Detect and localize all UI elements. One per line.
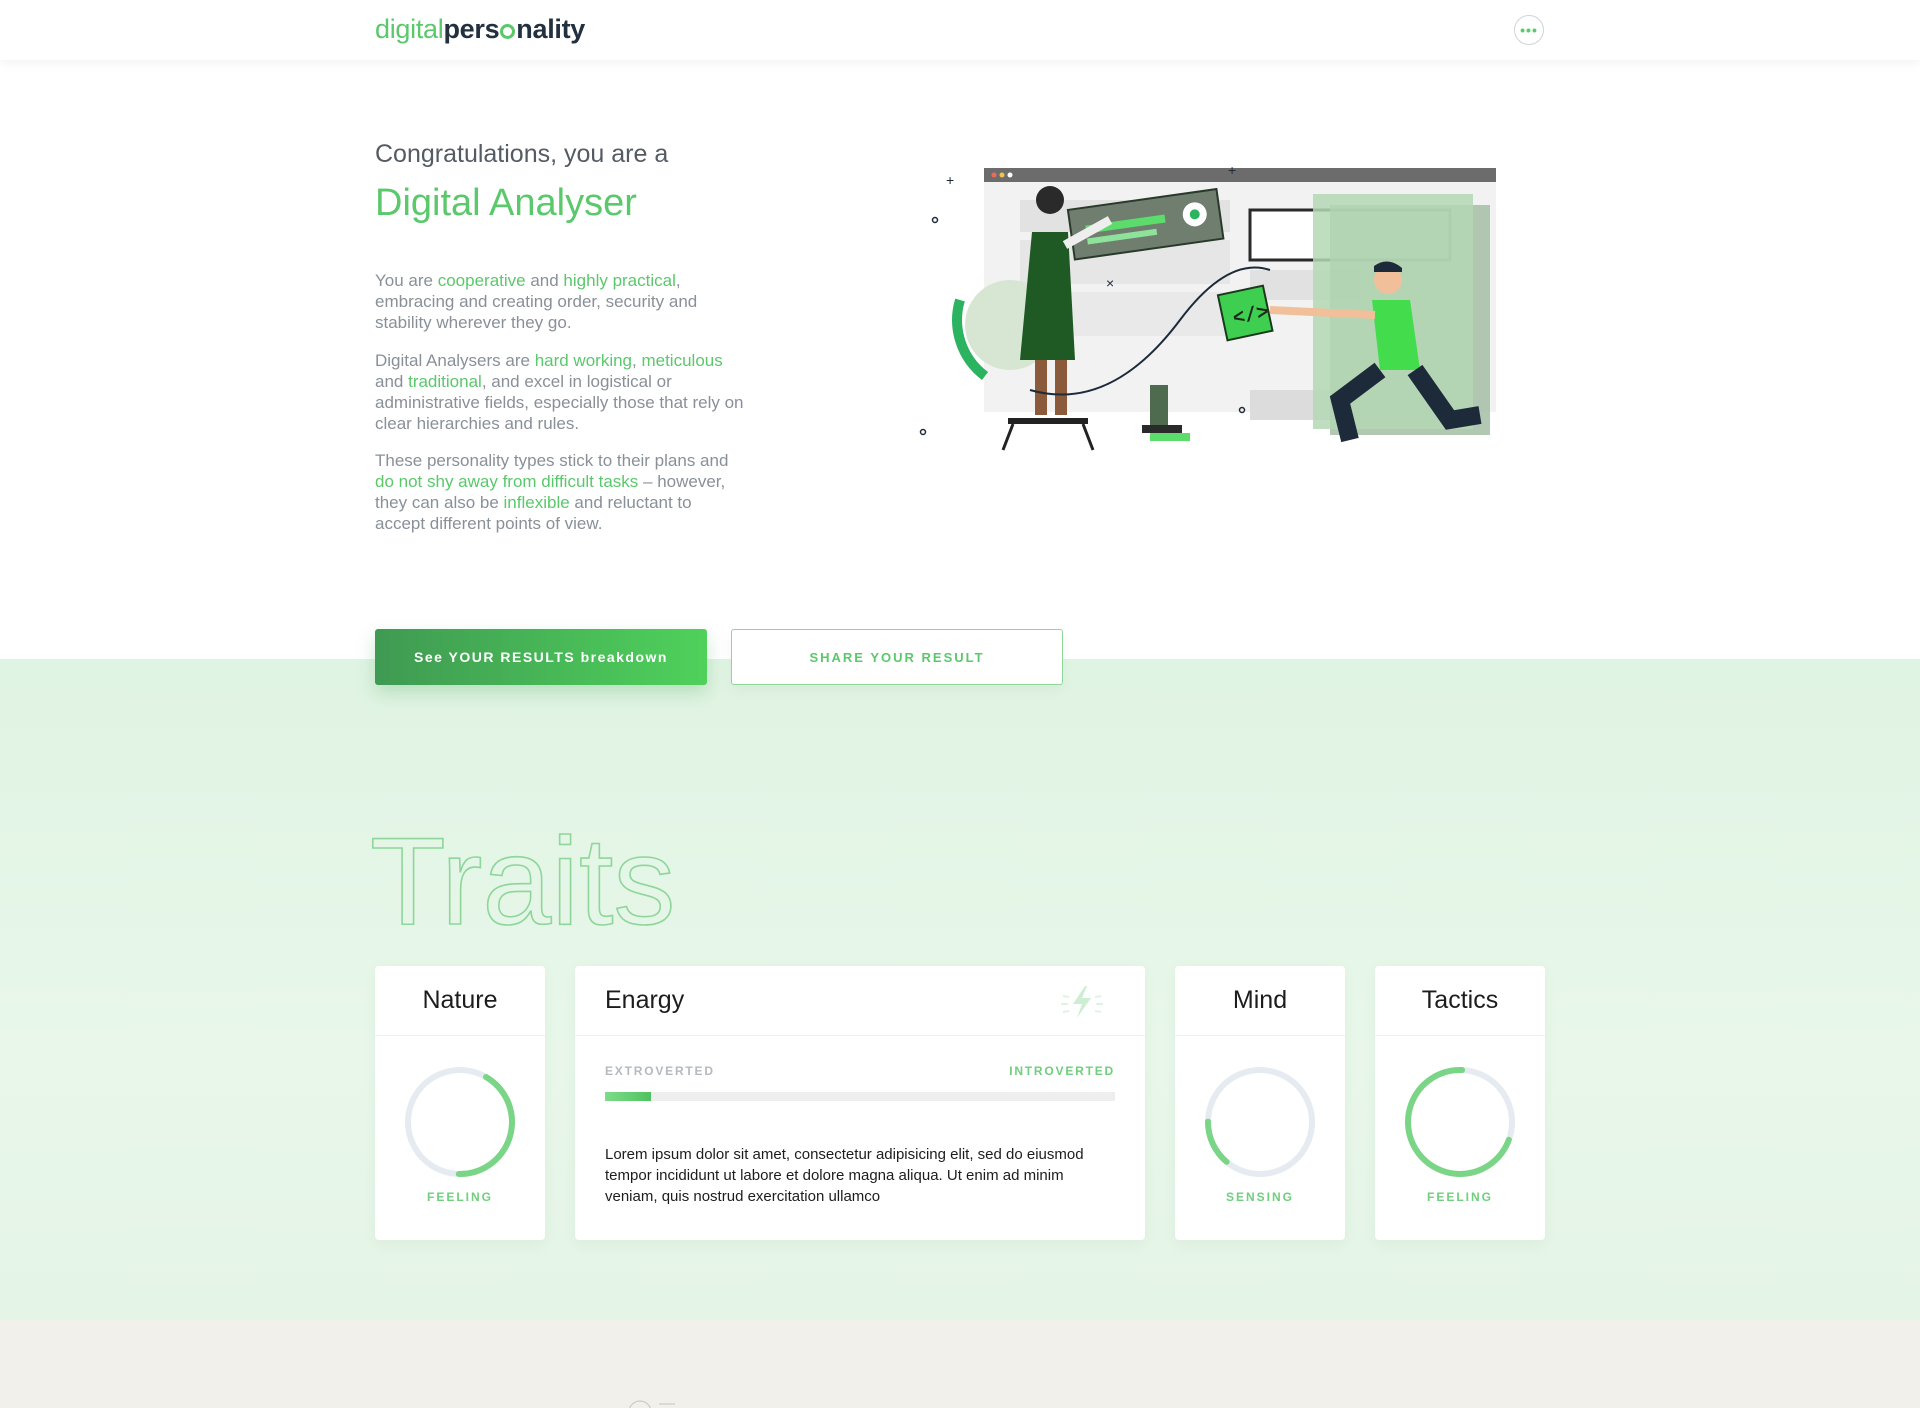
description-paragraph-1: You are cooperative and highly practical… xyxy=(375,271,698,332)
logo-text-digital: digital xyxy=(375,14,444,44)
logo[interactable]: digital pers nality xyxy=(375,14,585,45)
nature-progress-arc xyxy=(405,1067,515,1177)
lightning-icon xyxy=(1061,986,1103,1018)
introverted-label: INTROVERTED xyxy=(1009,1064,1115,1078)
next-section-heading-peek xyxy=(629,1400,675,1408)
logo-text-nality: nality xyxy=(516,14,586,44)
description-paragraph-2: Digital Analysers are hard working, meti… xyxy=(375,351,744,433)
mind-result-label: SENSING xyxy=(1225,1190,1294,1204)
traits-heading: Traits xyxy=(370,812,676,942)
mind-progress-arc xyxy=(1205,1067,1315,1177)
next-section-background xyxy=(0,1320,1920,1408)
trait-card-tactics: Tactics FEELING xyxy=(1375,966,1545,1240)
energy-description: Lorem ipsum dolor sit amet, consectetur … xyxy=(605,1146,1084,1205)
nature-progress-ring xyxy=(405,1067,515,1177)
more-menu-button[interactable]: ••• xyxy=(1514,15,1544,45)
svg-text:×: × xyxy=(1106,275,1114,291)
share-result-button[interactable]: SHARE YOUR RESULT xyxy=(731,629,1063,685)
trait-card-mind: Mind SENSING xyxy=(1175,966,1345,1240)
mind-progress-ring xyxy=(1205,1067,1315,1177)
more-dots-icon: ••• xyxy=(1520,22,1538,38)
logo-mark-icon xyxy=(500,24,516,39)
trait-card-title: Mind xyxy=(1175,966,1345,1036)
trait-card-energy: Enargy EXTROVERTED INTROVERTED Lorem ips… xyxy=(575,966,1145,1240)
energy-progress-track xyxy=(605,1092,1115,1101)
personality-title: Digital Analyser xyxy=(375,182,637,224)
trait-card-nature: Nature FEELING xyxy=(375,966,545,1240)
svg-text:+: + xyxy=(1228,162,1236,178)
hero-illustration: </> + + × xyxy=(919,162,1496,451)
traits-heading-text: Traits xyxy=(370,813,675,942)
trait-card-title: Nature xyxy=(375,966,545,1036)
nature-result-label: FEELING xyxy=(426,1190,493,1204)
trait-card-title: Tactics xyxy=(1375,966,1545,1036)
svg-text:+: + xyxy=(946,172,954,188)
logo-text-pers: pers xyxy=(443,14,500,44)
hero-intro: Congratulations, you are a xyxy=(375,140,669,168)
site-header: digital pers nality ••• xyxy=(0,0,1920,60)
description-paragraph-3: These personality types stick to their p… xyxy=(375,451,729,533)
energy-progress-fill xyxy=(605,1092,651,1101)
tactics-progress-ring xyxy=(1405,1067,1515,1177)
tactics-progress-arc xyxy=(1405,1067,1515,1177)
extroverted-label: EXTROVERTED xyxy=(605,1064,715,1078)
see-results-breakdown-button[interactable]: See YOUR RESULTS breakdown xyxy=(375,629,707,685)
tactics-result-label: FEELING xyxy=(1426,1190,1493,1204)
